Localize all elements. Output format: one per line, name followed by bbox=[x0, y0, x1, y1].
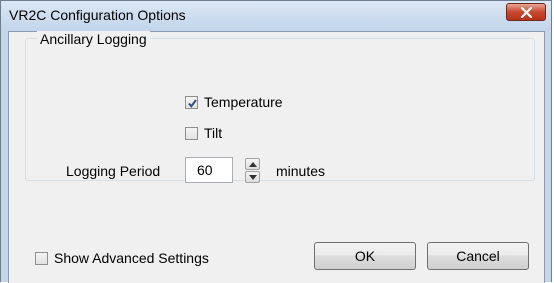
spin-up-button[interactable] bbox=[245, 158, 260, 170]
minutes-label: minutes bbox=[276, 163, 326, 179]
tilt-label: Tilt bbox=[204, 125, 223, 141]
logging-period-label: Logging Period bbox=[66, 163, 161, 179]
title-bar: VR2C Configuration Options bbox=[1, 1, 551, 31]
arrow-down-icon bbox=[249, 175, 257, 180]
logging-period-spinner bbox=[245, 158, 260, 184]
close-icon bbox=[520, 7, 533, 18]
window-title: VR2C Configuration Options bbox=[9, 7, 186, 23]
show-advanced-label: Show Advanced Settings bbox=[54, 250, 209, 266]
temperature-checkbox[interactable] bbox=[185, 96, 198, 109]
show-advanced-checkbox[interactable] bbox=[35, 252, 48, 265]
ok-button[interactable]: OK bbox=[314, 242, 416, 270]
temperature-label: Temperature bbox=[204, 94, 283, 110]
arrow-up-icon bbox=[249, 162, 257, 167]
logging-period-input[interactable]: 60 bbox=[185, 157, 233, 183]
tilt-checkbox[interactable] bbox=[185, 127, 198, 140]
cancel-button[interactable]: Cancel bbox=[427, 242, 529, 270]
close-button[interactable] bbox=[506, 3, 546, 21]
group-label: Ancillary Logging bbox=[37, 31, 150, 47]
spin-down-button[interactable] bbox=[245, 171, 260, 183]
checkmark-icon bbox=[188, 99, 197, 108]
